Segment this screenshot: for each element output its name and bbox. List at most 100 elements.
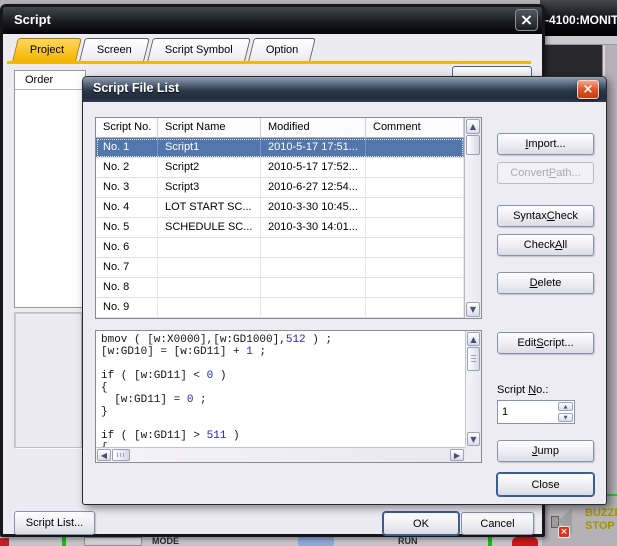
bg-fragment-run-label: RUN: [398, 537, 418, 546]
script-no-spinner: ▲ ▼: [497, 400, 575, 424]
cell-script-no: No. 6: [96, 238, 158, 257]
background-app-bottom-strip: MODE RUN: [0, 537, 542, 546]
cancel-button[interactable]: Cancel: [461, 512, 534, 535]
close-button[interactable]: Close: [497, 473, 594, 496]
table-row[interactable]: No. 7: [96, 258, 464, 278]
file-list-titlebar[interactable]: Script File List ×: [83, 77, 606, 102]
cell-script-name: Script2: [158, 158, 261, 177]
tab-accent-bar: [7, 61, 531, 64]
cell-script-no: No. 5: [96, 218, 158, 237]
tab-screen[interactable]: Screen: [79, 38, 150, 61]
cell-script-name: LOT START SC...: [158, 198, 261, 217]
script-file-table: Script No. Script Name Modified Comment …: [95, 117, 482, 319]
code-vertical-scrollbar[interactable]: ▲ ▼: [465, 331, 481, 447]
convert-path-button[interactable]: Convert Path...: [497, 162, 594, 184]
spinner-up-icon[interactable]: ▲: [558, 402, 573, 411]
background-app-title: -4100:MONITO: [545, 13, 617, 27]
spinner-down-icon[interactable]: ▼: [558, 413, 573, 422]
cell-script-name: [158, 278, 261, 297]
cell-script-no: No. 2: [96, 158, 158, 177]
cell-modified: 2010-5-17 17:51...: [261, 138, 366, 157]
order-list[interactable]: Order: [14, 70, 86, 308]
buzzer-speaker-icon[interactable]: ×: [549, 504, 585, 540]
script-dialog-titlebar[interactable]: Script ×: [3, 7, 542, 34]
table-row[interactable]: No. 2Script22010-5-17 17:52...: [96, 158, 464, 178]
bg-fragment-red: [0, 538, 9, 546]
background-app-panel: [540, 45, 602, 77]
code-content: bmov ( [w:X0000],[w:GD1000],512 ) ;[w:GD…: [96, 331, 465, 447]
script-file-list-dialog: Script File List × Script No. Script Nam…: [82, 76, 607, 505]
edit-script-button[interactable]: Edit Script...: [497, 332, 594, 354]
code-line: if ( [w:GD11] < 0 ): [101, 370, 460, 382]
ok-button[interactable]: OK: [383, 512, 459, 535]
table-row[interactable]: No. 1Script12010-5-17 17:51...: [96, 138, 464, 158]
table-row[interactable]: No. 9: [96, 298, 464, 318]
script-group-box: [14, 312, 82, 448]
tab-script-symbol[interactable]: Script Symbol: [147, 38, 251, 61]
cell-comment: [366, 178, 464, 197]
cell-comment: [366, 158, 464, 177]
table-row[interactable]: No. 8: [96, 278, 464, 298]
import-button[interactable]: Import...: [497, 133, 594, 155]
cell-comment: [366, 238, 464, 257]
cell-script-no: No. 7: [96, 258, 158, 277]
table-row[interactable]: No. 5SCHEDULE SC...2010-3-30 14:01...: [96, 218, 464, 238]
scroll-right-icon[interactable]: ▶: [450, 449, 464, 461]
scroll-left-icon[interactable]: ◀: [97, 449, 111, 461]
code-line: [101, 418, 460, 430]
code-line: if ( [w:GD11] > 511 ): [101, 430, 460, 442]
code-line: [w:GD11] = 0 ;: [101, 394, 460, 406]
column-header-script-name: Script Name: [158, 118, 261, 138]
cell-modified: 2010-3-30 14:01...: [261, 218, 366, 237]
cell-script-name: Script3: [158, 178, 261, 197]
tab-project[interactable]: Project: [12, 38, 82, 61]
column-header-script-no: Script No.: [96, 118, 158, 138]
cell-script-no: No. 9: [96, 298, 158, 317]
script-code-preview[interactable]: bmov ( [w:X0000],[w:GD1000],512 ) ;[w:GD…: [95, 330, 482, 463]
cell-script-name: [158, 258, 261, 277]
cell-modified: [261, 238, 366, 257]
cell-modified: 2010-6-27 12:54...: [261, 178, 366, 197]
table-row[interactable]: No. 6: [96, 238, 464, 258]
check-all-button[interactable]: Check All: [497, 234, 594, 256]
code-line: bmov ( [w:X0000],[w:GD1000],512 ) ;: [101, 334, 460, 346]
code-line: }: [101, 406, 460, 418]
script-list-button[interactable]: Script List...: [14, 511, 95, 535]
code-line: [101, 358, 460, 370]
script-no-input[interactable]: [498, 401, 556, 423]
scrollbar-corner: [465, 447, 481, 462]
scrollbar-thumb[interactable]: [466, 135, 480, 155]
table-scrollbar[interactable]: ▲ ▼: [464, 118, 481, 318]
tab-bar: Project Screen Script Symbol Option: [15, 38, 313, 61]
scroll-up-icon[interactable]: ▲: [467, 332, 480, 346]
table-row[interactable]: No. 3Script32010-6-27 12:54...: [96, 178, 464, 198]
delete-button[interactable]: Delete: [497, 272, 594, 294]
script-dialog-close-icon[interactable]: ×: [515, 9, 538, 31]
scrollbar-thumb[interactable]: [112, 449, 130, 461]
scrollbar-thumb[interactable]: [467, 347, 480, 371]
cell-script-name: SCHEDULE SC...: [158, 218, 261, 237]
scroll-up-icon[interactable]: ▲: [466, 119, 480, 134]
tab-option[interactable]: Option: [248, 38, 316, 61]
cell-script-no: No. 8: [96, 278, 158, 297]
code-horizontal-scrollbar[interactable]: ◀ ▶: [96, 447, 465, 462]
code-line: [w:GD10] = [w:GD11] + 1 ;: [101, 346, 460, 358]
buzzer-stop-label: BUZZER STOP: [585, 507, 617, 533]
background-app-titlebar: -4100:MONITO: [540, 0, 617, 36]
scroll-down-icon[interactable]: ▼: [466, 302, 480, 317]
file-list-close-icon[interactable]: ×: [577, 80, 599, 99]
column-header-modified: Modified: [261, 118, 366, 138]
script-no-label: Script No.:: [497, 384, 548, 396]
bg-fragment-blue-icon: [298, 537, 334, 546]
cell-script-name: [158, 298, 261, 317]
cell-modified: [261, 298, 366, 317]
file-list-title: Script File List: [93, 81, 179, 95]
syntax-check-button[interactable]: Syntax Check: [497, 205, 594, 227]
code-line: {: [101, 382, 460, 394]
cell-script-no: No. 3: [96, 178, 158, 197]
jump-button[interactable]: Jump: [497, 440, 594, 462]
table-row[interactable]: No. 4LOT START SC...2010-3-30 10:45...: [96, 198, 464, 218]
bg-fragment-green-tick: [62, 537, 66, 546]
cell-modified: 2010-5-17 17:52...: [261, 158, 366, 177]
scroll-down-icon[interactable]: ▼: [467, 432, 480, 446]
